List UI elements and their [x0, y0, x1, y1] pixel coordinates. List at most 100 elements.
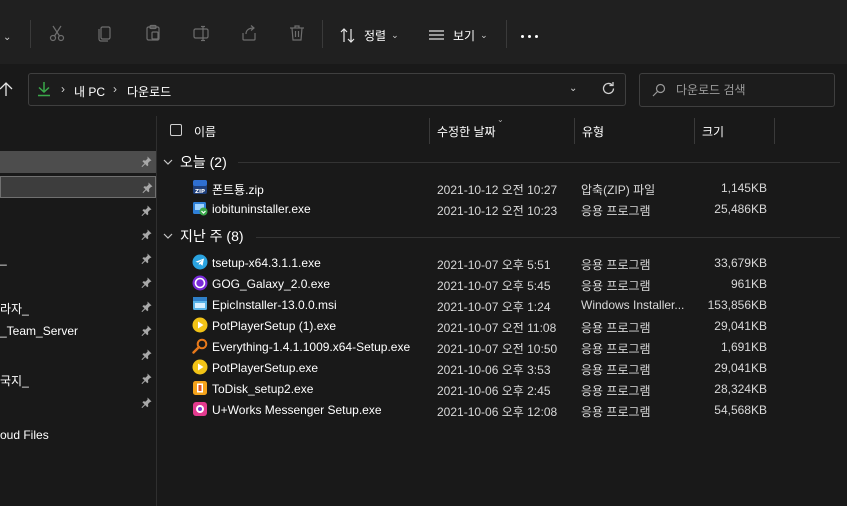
- column-header-type[interactable]: 유형: [582, 123, 604, 140]
- sidebar-item-cloud-files[interactable]: oud Files: [0, 424, 156, 446]
- column-header-name[interactable]: 이름: [194, 123, 216, 140]
- address-history-chevron-icon[interactable]: ⌄: [569, 83, 577, 94]
- pin-icon: [141, 373, 152, 384]
- everything-icon: [192, 338, 208, 354]
- potplayer-icon: [192, 317, 208, 333]
- pin-icon: [141, 397, 152, 408]
- breadcrumb-this-pc[interactable]: 내 PC: [74, 83, 105, 100]
- file-date: 2021-10-07 오후 5:51: [437, 258, 551, 272]
- uworks-icon: [193, 402, 207, 416]
- file-row[interactable]: GOG_Galaxy_2.0.exe 2021-10-07 오후 5:45 응용…: [160, 273, 840, 294]
- search-icon: [652, 83, 666, 97]
- file-type: Windows Installer...: [581, 298, 685, 312]
- file-row[interactable]: iobituninstaller.exe 2021-10-12 오전 10:23…: [160, 198, 840, 219]
- up-arrow-icon[interactable]: [0, 81, 14, 97]
- file-date: 2021-10-12 오전 10:23: [437, 204, 558, 218]
- sort-button[interactable]: 정렬 ⌄: [339, 24, 399, 46]
- file-date: 2021-10-07 오후 1:24: [437, 300, 551, 314]
- toolbar-divider: [30, 20, 31, 48]
- file-date: 2021-10-07 오전 10:50: [437, 342, 558, 356]
- file-size: 29,041KB: [714, 361, 767, 375]
- file-size: 961KB: [730, 277, 767, 291]
- rename-icon[interactable]: [190, 22, 212, 44]
- file-size: 1,145KB: [720, 181, 767, 195]
- file-name: GOG_Galaxy_2.0.exe: [212, 277, 331, 291]
- sidebar-item[interactable]: 라자_: [0, 296, 156, 318]
- file-type: 응용 프로그램: [581, 258, 651, 272]
- column-header-size[interactable]: 크기: [702, 123, 724, 140]
- group-divider: [256, 237, 840, 238]
- sidebar-item[interactable]: [0, 151, 156, 173]
- file-name: ToDisk_setup2.exe: [212, 382, 314, 396]
- breadcrumb-downloads[interactable]: 다운로드: [127, 83, 171, 100]
- toolbar-divider: [322, 20, 323, 48]
- file-row[interactable]: Everything-1.4.1.1009.x64-Setup.exe 2021…: [160, 336, 840, 357]
- file-row[interactable]: ZIP 폰트툥.zip 2021-10-12 오전 10:27 압축(ZIP) …: [160, 177, 840, 198]
- sidebar-item[interactable]: _Team_Server: [0, 320, 156, 342]
- column-divider[interactable]: [429, 118, 430, 144]
- more-options-icon[interactable]: [521, 35, 538, 38]
- column-divider[interactable]: [694, 118, 695, 144]
- chevron-down-icon: [163, 159, 173, 165]
- file-row[interactable]: PotPlayerSetup.exe 2021-10-06 오후 3:53 응용…: [160, 357, 840, 378]
- refresh-icon[interactable]: [601, 81, 616, 96]
- file-row[interactable]: tsetup-x64.3.1.1.exe 2021-10-07 오후 5:51 …: [160, 252, 840, 273]
- file-name: PotPlayerSetup (1).exe: [212, 319, 337, 333]
- file-row[interactable]: PotPlayerSetup (1).exe 2021-10-07 오전 11:…: [160, 315, 840, 336]
- file-row[interactable]: U+Works Messenger Setup.exe 2021-10-06 오…: [160, 399, 840, 420]
- new-dropdown-chevron-icon[interactable]: ⌄: [3, 26, 11, 48]
- command-bar: ⌄ 정렬 ⌄ 보기 ⌄: [0, 0, 847, 64]
- sidebar-item[interactable]: [0, 392, 156, 414]
- file-size: 33,679KB: [714, 256, 767, 270]
- address-bar[interactable]: [28, 73, 626, 106]
- file-name: tsetup-x64.3.1.1.exe: [212, 256, 321, 270]
- sidebar-item[interactable]: [0, 200, 156, 222]
- potplayer-icon: [192, 359, 208, 375]
- group-header-last-week[interactable]: 지난 주 (8): [163, 226, 244, 246]
- share-icon[interactable]: [238, 22, 260, 44]
- sidebar-item[interactable]: [0, 272, 156, 294]
- copy-icon[interactable]: [94, 22, 116, 44]
- group-divider: [238, 162, 840, 163]
- pin-icon: [141, 253, 152, 264]
- file-type: 응용 프로그램: [581, 321, 651, 335]
- zip-icon: ZIP: [193, 180, 207, 195]
- sidebar-item[interactable]: [0, 344, 156, 366]
- chevron-down-icon: ⌄: [480, 29, 488, 40]
- delete-icon[interactable]: [286, 22, 308, 44]
- file-name: 폰트툥.zip: [212, 183, 264, 197]
- file-row[interactable]: EpicInstaller-13.0.0.msi 2021-10-07 오후 1…: [160, 294, 840, 315]
- sidebar-item-label: _: [0, 252, 7, 266]
- sidebar-item[interactable]: [0, 224, 156, 246]
- svg-text:ZIP: ZIP: [195, 189, 205, 195]
- file-name: PotPlayerSetup.exe: [212, 361, 319, 375]
- file-type: 응용 프로그램: [581, 204, 651, 218]
- file-name: U+Works Messenger Setup.exe: [212, 403, 382, 417]
- file-type: 응용 프로그램: [581, 405, 651, 419]
- column-divider[interactable]: [574, 118, 575, 144]
- column-header-modified[interactable]: 수정한 날짜: [437, 123, 496, 140]
- view-icon: [429, 29, 444, 40]
- navigation-pane: _ 라자_ _Team_Server 국지_ oud Files: [0, 116, 157, 506]
- sidebar-item[interactable]: _: [0, 248, 156, 270]
- search-input[interactable]: [676, 80, 826, 100]
- sidebar-item[interactable]: 국지_: [0, 368, 156, 390]
- file-name: EpicInstaller-13.0.0.msi: [212, 298, 337, 312]
- sidebar-item-selected[interactable]: [0, 176, 156, 198]
- file-date: 2021-10-06 오후 12:08: [437, 405, 558, 419]
- file-row[interactable]: ToDisk_setup2.exe 2021-10-06 오후 2:45 응용 …: [160, 378, 840, 399]
- select-all-checkbox[interactable]: [170, 124, 182, 136]
- paste-icon[interactable]: [142, 22, 164, 44]
- view-button[interactable]: 보기 ⌄: [428, 24, 488, 46]
- installer-icon: [193, 202, 208, 216]
- file-name: Everything-1.4.1.1009.x64-Setup.exe: [212, 340, 411, 354]
- sidebar-item-label: 라자_: [0, 302, 29, 316]
- todisk-icon: [193, 381, 207, 395]
- view-label: 보기: [453, 28, 476, 43]
- chevron-right-icon: ›: [61, 82, 65, 96]
- group-header-today[interactable]: 오늘 (2): [163, 152, 227, 172]
- file-type: 응용 프로그램: [581, 342, 651, 356]
- cut-icon[interactable]: [46, 22, 68, 44]
- file-type: 응용 프로그램: [581, 279, 651, 293]
- column-divider[interactable]: [774, 118, 775, 144]
